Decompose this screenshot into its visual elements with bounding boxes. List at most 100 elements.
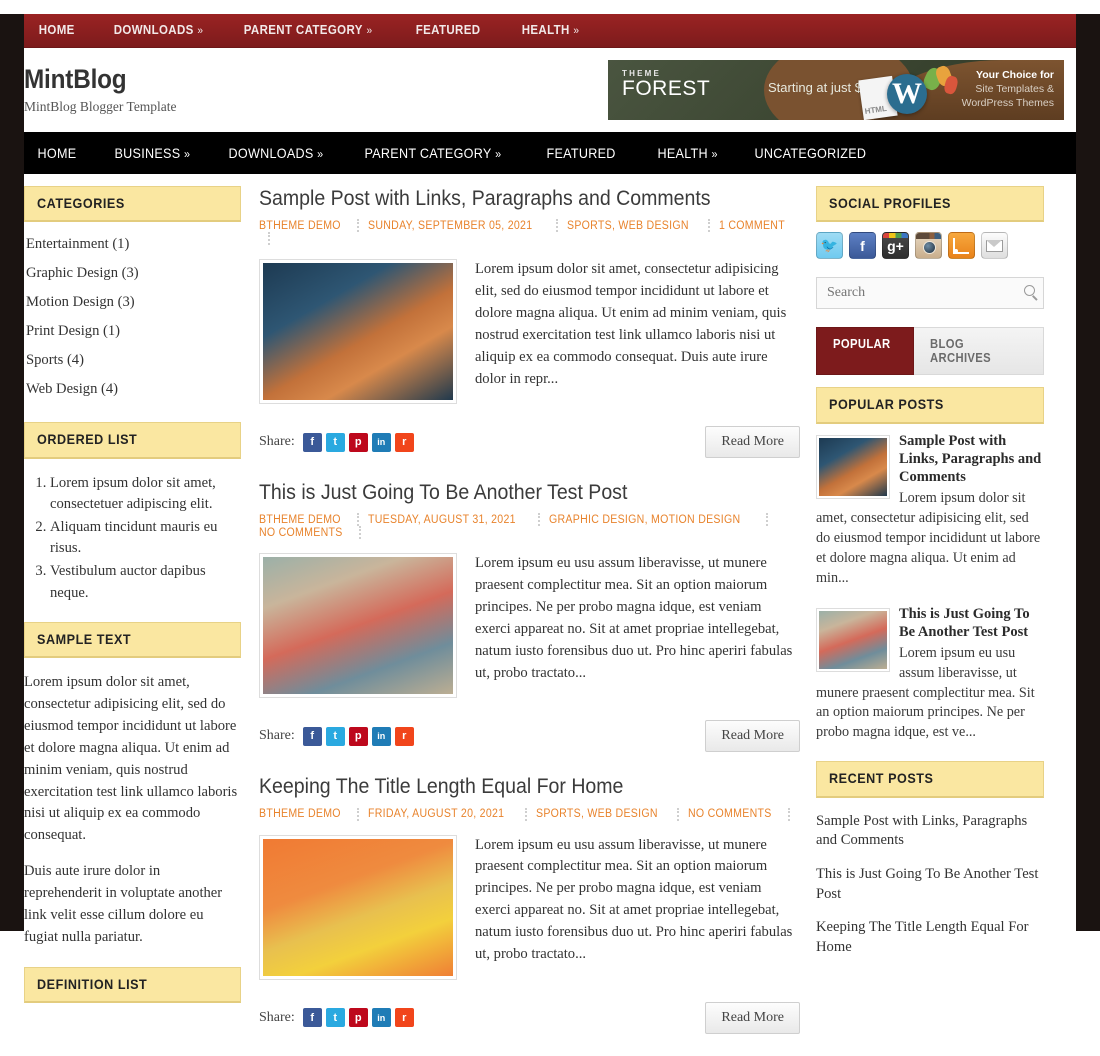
share-twitter-icon[interactable]: t xyxy=(325,432,345,452)
share-pinterest-icon[interactable]: p xyxy=(348,432,368,452)
post-categories[interactable]: SPORTS, WEB DESIGN xyxy=(536,808,658,820)
share-reddit-icon[interactable]: r xyxy=(394,432,414,452)
topnav-item-downloads[interactable]: DOWNLOADS» xyxy=(99,13,218,48)
share-facebook-icon[interactable]: f xyxy=(302,726,322,746)
ad-tagline-line3: WordPress Themes xyxy=(961,97,1054,110)
tab-popular[interactable]: POPULAR xyxy=(816,327,914,376)
meta-separator xyxy=(537,513,540,527)
list-item: Graphic Design (3) xyxy=(24,259,241,288)
share-pinterest-icon[interactable]: p xyxy=(348,1008,368,1028)
email-icon[interactable] xyxy=(981,232,1008,260)
recent-post-link-2[interactable]: This is Just Going To Be Another Test Po… xyxy=(816,865,1044,904)
popular-post-item: This is Just Going To Be Another Test Po… xyxy=(816,605,1044,744)
post-categories[interactable]: SPORTS, WEB DESIGN xyxy=(567,220,689,232)
facebook-icon[interactable]: f xyxy=(849,232,876,260)
post-author[interactable]: BTHEME DEMO xyxy=(259,808,341,820)
post-comment-count[interactable]: 1 COMMENT xyxy=(719,220,785,232)
chevron-right-icon: » xyxy=(495,146,502,161)
search-icon[interactable] xyxy=(1024,285,1035,297)
read-more-button[interactable]: Read More xyxy=(705,1001,800,1034)
share-twitter-icon[interactable]: t xyxy=(325,726,345,746)
list-item: Web Design (4) xyxy=(24,375,241,404)
recent-post-link-3[interactable]: Keeping The Title Length Equal For Home xyxy=(816,918,1044,957)
top-navigation-bar: HOME DOWNLOADS» PARENT CATEGORY» FEATURE… xyxy=(24,14,1076,48)
widget-categories: CATEGORIES Entertainment (1) Graphic Des… xyxy=(24,186,241,404)
mainnav-item-downloads[interactable]: DOWNLOADS» xyxy=(215,132,337,175)
site-header: MintBlog MintBlog Blogger Template THEME… xyxy=(24,48,1076,132)
google-plus-stripe xyxy=(883,233,908,239)
chevron-right-icon: » xyxy=(573,25,580,37)
post-date: FRIDAY, AUGUST 20, 2021 xyxy=(367,808,505,821)
share-pinterest-icon[interactable]: p xyxy=(348,726,368,746)
post-author[interactable]: BTHEME DEMO xyxy=(259,220,341,232)
mainnav-item-uncategorized[interactable]: UNCATEGORIZED xyxy=(741,132,883,175)
share-facebook-icon[interactable]: f xyxy=(302,1008,322,1028)
share-linkedin-icon[interactable]: in xyxy=(371,726,391,746)
post-featured-image xyxy=(263,838,453,976)
rss-icon[interactable] xyxy=(948,232,975,260)
share-linkedin-icon[interactable]: in xyxy=(371,432,391,452)
popular-post-thumbnail[interactable] xyxy=(816,434,890,499)
share-reddit-icon[interactable]: r xyxy=(394,1008,414,1028)
post-comment-count[interactable]: NO COMMENTS xyxy=(688,808,772,820)
site-branding[interactable]: MintBlog MintBlog Blogger Template xyxy=(24,64,177,115)
widget-title-categories: CATEGORIES xyxy=(24,186,241,223)
topnav-item-health[interactable]: HEALTH» xyxy=(507,13,594,48)
search-input[interactable] xyxy=(816,277,1044,310)
category-link-web-design[interactable]: Web Design (4) xyxy=(26,381,118,397)
mainnav-item-parent-category[interactable]: PARENT CATEGORY» xyxy=(351,132,515,175)
post-title[interactable]: Sample Post with Links, Paragraphs and C… xyxy=(259,186,800,211)
topnav-item-parent-category[interactable]: PARENT CATEGORY» xyxy=(229,13,387,48)
right-sidebar: SOCIAL PROFILES 🐦 f g+ POPULAR BLOG ARCH… xyxy=(816,186,1044,1056)
list-item: Vestibulum auctor dapibus neque. xyxy=(50,561,241,603)
share-row: Share: f t p in r xyxy=(259,1008,418,1028)
instagram-icon[interactable] xyxy=(915,232,942,260)
read-more-button[interactable]: Read More xyxy=(705,720,800,753)
post-author[interactable]: BTHEME DEMO xyxy=(259,514,341,526)
topnav-item-featured[interactable]: FEATURED xyxy=(401,13,499,48)
tab-blog-archives[interactable]: BLOG ARCHIVES xyxy=(913,327,1044,376)
chevron-right-icon: » xyxy=(317,146,324,161)
post-thumbnail[interactable] xyxy=(259,553,457,699)
ad-tagline: Your Choice for Site Templates & WordPre… xyxy=(904,68,1054,111)
meta-separator xyxy=(555,219,558,233)
recent-post-link-1[interactable]: Sample Post with Links, Paragraphs and C… xyxy=(816,812,1044,851)
post-categories[interactable]: GRAPHIC DESIGN, MOTION DESIGN xyxy=(549,514,740,526)
chevron-right-icon: » xyxy=(197,25,204,37)
category-link-entertainment[interactable]: Entertainment (1) xyxy=(26,236,129,252)
category-link-motion-design[interactable]: Motion Design (3) xyxy=(26,294,135,310)
read-more-button[interactable]: Read More xyxy=(705,426,800,459)
left-sidebar: CATEGORIES Entertainment (1) Graphic Des… xyxy=(24,186,241,1056)
share-reddit-icon[interactable]: r xyxy=(394,726,414,746)
popular-post-excerpt: Lorem ipsum dolor sit amet, consectetur … xyxy=(816,490,1041,586)
mainnav-item-featured[interactable]: FEATURED xyxy=(533,132,633,175)
list-item: Lorem ipsum dolor sit amet, consectetuer… xyxy=(50,473,241,515)
share-facebook-icon[interactable]: f xyxy=(302,432,322,452)
post-meta: BTHEME DEMO FRIDAY, AUGUST 20, 2021 SPOR… xyxy=(259,807,800,821)
list-item: Keeping The Title Length Equal For Home xyxy=(816,918,1044,957)
post-thumbnail[interactable] xyxy=(259,259,457,405)
category-link-graphic-design[interactable]: Graphic Design (3) xyxy=(26,265,139,281)
meta-separator xyxy=(268,232,270,246)
category-link-sports[interactable]: Sports (4) xyxy=(26,352,84,368)
share-linkedin-icon[interactable]: in xyxy=(371,1008,391,1028)
category-link-print-design[interactable]: Print Design (1) xyxy=(26,323,120,339)
category-list: Entertainment (1) Graphic Design (3) Mot… xyxy=(24,230,241,404)
meta-separator xyxy=(356,219,359,233)
twitter-icon[interactable]: 🐦 xyxy=(816,232,843,260)
google-plus-icon[interactable]: g+ xyxy=(882,232,909,260)
post-footer: Share: f t p in r Read More xyxy=(259,414,800,459)
mainnav-item-health[interactable]: HEALTH» xyxy=(644,132,731,175)
post-comment-count[interactable]: NO COMMENTS xyxy=(259,527,343,539)
themeforest-ad-banner[interactable]: THEME FOREST Starting at just $10► HTML … xyxy=(608,60,1064,120)
post-title[interactable]: Keeping The Title Length Equal For Home xyxy=(259,774,800,799)
mainnav-item-business[interactable]: BUSINESS» xyxy=(101,132,204,175)
popular-post-thumbnail[interactable] xyxy=(816,607,890,672)
post-thumbnail[interactable] xyxy=(259,834,457,980)
post-title[interactable]: This is Just Going To Be Another Test Po… xyxy=(259,480,800,505)
mainnav-item-home[interactable]: HOME xyxy=(24,132,93,175)
share-twitter-icon[interactable]: t xyxy=(325,1008,345,1028)
widget-sample-text: SAMPLE TEXT Lorem ipsum dolor sit amet, … xyxy=(24,621,241,949)
topnav-item-home[interactable]: HOME xyxy=(24,13,93,48)
list-item: Motion Design (3) xyxy=(24,288,241,317)
